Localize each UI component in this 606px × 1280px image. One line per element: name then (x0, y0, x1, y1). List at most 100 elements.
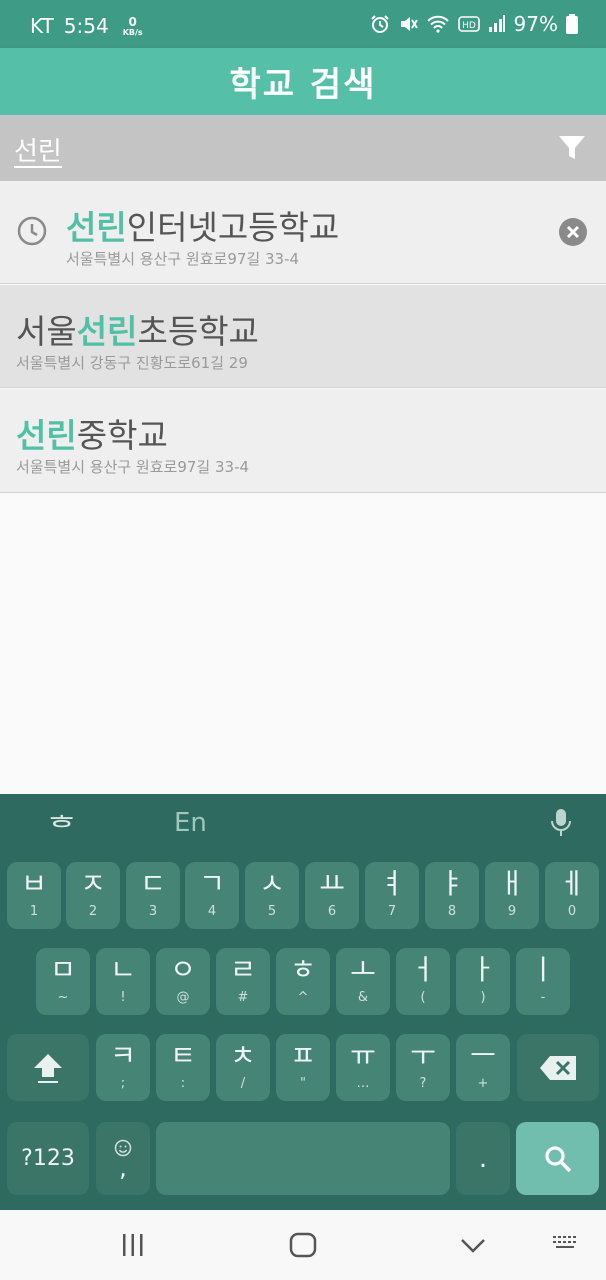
key-eu[interactable]: ㅡ + (456, 1034, 510, 1101)
key-2[interactable]: ㅈ2 (66, 862, 120, 929)
key-4[interactable]: ㄱ4 (185, 862, 239, 929)
net-speed: 0 KB/s (123, 16, 143, 37)
empty-area (0, 494, 606, 794)
filter-icon[interactable] (558, 135, 586, 161)
key-main: ㅅ (259, 867, 285, 900)
clock-time: 5:54 (63, 14, 109, 38)
key-main: ㅌ (170, 1039, 196, 1072)
result-address: 서울특별시 용산구 원효로97길 33-4 (16, 458, 250, 476)
key-sub: " (300, 1076, 306, 1091)
result-name-suffix: 초등학교 (137, 312, 259, 351)
key-a[interactable]: ㅏ) (456, 948, 510, 1015)
net-speed-value: 0 (128, 14, 137, 29)
key-main: ㄴ (110, 953, 136, 986)
key-main: ㅍ (290, 1039, 316, 1072)
page-title: 학교 검색 (229, 65, 377, 105)
key-main: ㄹ (230, 953, 256, 986)
key-9[interactable]: ㅐ9 (485, 862, 539, 929)
key-u[interactable]: ㅜ? (396, 1034, 450, 1101)
result-name-suffix: 인터넷고등학교 (126, 208, 340, 247)
key-main: ㅑ (439, 867, 465, 900)
key-sub: 6 (327, 904, 337, 919)
key-7[interactable]: ㅕ7 (365, 862, 419, 929)
key-5[interactable]: ㅅ5 (245, 862, 299, 929)
key-chieut[interactable]: ㅊ / (216, 1034, 270, 1101)
key-main: ㄱ (199, 867, 225, 900)
key-0[interactable]: ㅔ0 (545, 862, 599, 929)
key-sub: 2 (88, 904, 98, 919)
keyboard-switch-icon[interactable] (552, 1234, 580, 1256)
key-sub: ) (480, 990, 486, 1005)
key-main: ㅠ (350, 1039, 376, 1072)
key-main: ㅗ (350, 953, 376, 986)
key-1[interactable]: ㅂ1 (7, 862, 61, 929)
key-i[interactable]: ㅣ- (516, 948, 570, 1015)
wifi-icon (426, 15, 449, 33)
result-address: 서울특별시 용산구 원효로97길 33-4 (66, 250, 300, 268)
remove-recent-icon[interactable] (558, 217, 588, 247)
recent-apps-icon[interactable] (120, 1232, 146, 1258)
key-kieuk[interactable]: ㅋ; (96, 1034, 150, 1101)
key-main: ㅎ (290, 953, 316, 986)
home-icon[interactable] (289, 1232, 317, 1258)
key-sub: ; (120, 1076, 126, 1091)
result-name: 선린중학교 (16, 409, 168, 457)
emoji-comma-key[interactable]: , (96, 1122, 150, 1195)
key-tieut[interactable]: ㅌ: (156, 1034, 210, 1101)
key-sub: # (237, 990, 249, 1005)
back-icon[interactable] (460, 1232, 486, 1258)
key-ieung[interactable]: ㅇ @ (156, 948, 210, 1015)
microphone-icon[interactable] (550, 808, 572, 838)
hangul-mode-button[interactable]: ᄒ (48, 804, 76, 848)
key-main: ㅂ (21, 867, 47, 900)
english-mode-button[interactable]: En (174, 808, 207, 838)
list-item[interactable]: 서울선린초등학교 서울특별시 강동구 진황도로61길 29 (0, 285, 606, 388)
key-3[interactable]: ㄷ3 (126, 862, 180, 929)
key-sub: 8 (447, 904, 457, 919)
search-input[interactable] (14, 129, 534, 169)
key-rieul[interactable]: ㄹ # (216, 948, 270, 1015)
key-main: ㅇ (170, 953, 196, 986)
key-main: ㅏ (470, 953, 496, 986)
status-right: HD 97% (370, 12, 578, 36)
key-hieut[interactable]: ㅎ ^ (276, 948, 330, 1015)
key-sub: 5 (267, 904, 277, 919)
key-yu[interactable]: ㅠ… (336, 1034, 390, 1101)
period-label: . (478, 1143, 488, 1174)
list-item[interactable]: 선린인터넷고등학교 서울특별시 용산구 원효로97길 33-4 (0, 181, 606, 284)
keyboard: ᄒ En ㅂ1 ㅈ2 ㄷ3 ㄱ4 ㅅ5 ㅛ6 ㅕ7 ㅑ8 ㅐ9 ㅔ0 ㅁ ~ ㄴ!… (0, 794, 606, 1210)
app-bar: 학교 검색 (0, 48, 606, 115)
battery-icon (566, 14, 578, 34)
key-8[interactable]: ㅑ8 (425, 862, 479, 929)
search-icon (544, 1145, 571, 1172)
key-sub: 9 (507, 904, 517, 919)
key-sub: ( (420, 990, 426, 1005)
key-o[interactable]: ㅗ & (336, 948, 390, 1015)
navigation-bar (0, 1210, 606, 1280)
key-sub: ! (120, 990, 126, 1005)
key-sub: + (477, 1076, 489, 1091)
status-left: KT 5:54 0 KB/s (30, 14, 143, 38)
key-sub: 0 (567, 904, 577, 919)
symbols-key[interactable]: ?123 (7, 1122, 89, 1195)
key-eo[interactable]: ㅓ( (396, 948, 450, 1015)
history-clock-icon (17, 216, 47, 246)
space-key[interactable] (156, 1122, 450, 1195)
backspace-key[interactable] (517, 1034, 599, 1101)
key-sub: 1 (29, 904, 39, 919)
key-sub: 7 (387, 904, 397, 919)
list-item[interactable]: 선린중학교 서울특별시 용산구 원효로97길 33-4 (0, 389, 606, 493)
key-nieun[interactable]: ㄴ! (96, 948, 150, 1015)
mute-icon (400, 17, 418, 31)
result-name-prefix: 서울 (16, 312, 77, 351)
key-6[interactable]: ㅛ6 (305, 862, 359, 929)
search-key[interactable] (516, 1122, 599, 1195)
key-mieum[interactable]: ㅁ ~ (36, 948, 90, 1015)
shift-key[interactable] (7, 1034, 89, 1101)
key-main: ㅛ (319, 867, 345, 900)
battery-level: 97% (513, 12, 558, 36)
period-key[interactable]: . (456, 1122, 510, 1195)
key-main: ㅡ (470, 1039, 496, 1072)
symbols-label: ?123 (21, 1146, 75, 1171)
key-pieup[interactable]: ㅍ " (276, 1034, 330, 1101)
